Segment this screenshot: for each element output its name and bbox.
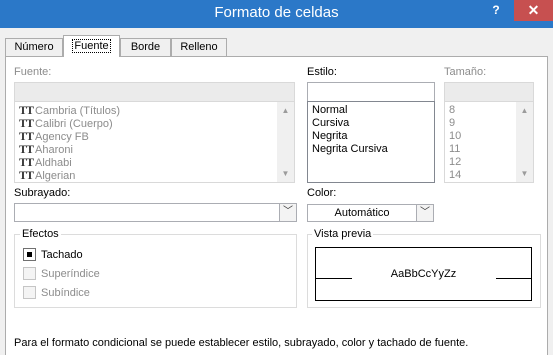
- size-list[interactable]: 8 9 10 11 12 14 ▲ ▼: [444, 101, 534, 183]
- scroll-up-icon[interactable]: ▲: [277, 102, 294, 119]
- style-input[interactable]: [307, 82, 435, 102]
- tab-borde[interactable]: Borde: [120, 38, 171, 56]
- style-label: Estilo:: [307, 66, 337, 78]
- truetype-icon: TT: [19, 168, 34, 182]
- font-input[interactable]: [14, 82, 295, 102]
- scroll-down-icon[interactable]: ▼: [516, 165, 533, 182]
- font-list[interactable]: TT Cambria (Títulos) TT Calibri (Cuerpo) T…: [14, 101, 295, 183]
- list-item[interactable]: Negrita Cursiva: [312, 143, 388, 156]
- list-item[interactable]: 8: [445, 104, 455, 117]
- color-label: Color:: [307, 187, 337, 199]
- superscript-checkbox[interactable]: [23, 267, 36, 280]
- conditional-format-note: Para el formato condicional se puede est…: [14, 337, 469, 349]
- underline-combo[interactable]: ﹀: [14, 203, 297, 222]
- subscript-checkbox[interactable]: [23, 286, 36, 299]
- list-item[interactable]: 14: [445, 169, 461, 182]
- tab-numero-label: Número: [14, 41, 54, 53]
- list-item[interactable]: 10: [445, 130, 461, 143]
- preview-sample: AaBbCcYyZz: [390, 268, 457, 280]
- strikethrough-label[interactable]: Tachado: [41, 249, 83, 261]
- list-item[interactable]: Cursiva: [312, 117, 349, 130]
- font-label: Fuente:: [14, 66, 52, 78]
- size-input[interactable]: [444, 82, 534, 102]
- font-list-scrollbar[interactable]: ▲ ▼: [277, 102, 294, 182]
- tab-relleno-label: Relleno: [180, 41, 218, 53]
- truetype-icon: TT: [19, 155, 34, 169]
- truetype-icon: TT: [19, 103, 34, 117]
- truetype-icon: TT: [19, 142, 34, 156]
- effects-title: Efectos: [20, 228, 61, 240]
- tab-fuente-label: Fuente: [72, 39, 111, 53]
- preview-title: Vista previa: [312, 228, 374, 240]
- list-item[interactable]: 9: [445, 117, 455, 130]
- list-item[interactable]: 12: [445, 156, 461, 169]
- window-title: Formato de celdas: [214, 4, 339, 21]
- superscript-label[interactable]: Superíndice: [41, 268, 100, 280]
- subscript-label[interactable]: Subíndice: [41, 287, 90, 299]
- tab-borde-label: Borde: [130, 41, 161, 53]
- tab-fuente[interactable]: Fuente: [63, 35, 120, 57]
- truetype-icon: TT: [19, 129, 34, 143]
- list-item[interactable]: 11: [445, 143, 460, 156]
- color-combo[interactable]: Automático ﹀: [307, 204, 434, 222]
- scroll-up-icon[interactable]: ▲: [516, 102, 533, 119]
- list-item[interactable]: TT Algerian: [15, 168, 75, 183]
- tab-numero[interactable]: Número: [5, 38, 63, 56]
- underline-label: Subrayado:: [14, 187, 71, 199]
- size-label: Tamaño:: [444, 66, 487, 78]
- size-list-scrollbar[interactable]: ▲ ▼: [516, 102, 533, 182]
- truetype-icon: TT: [19, 116, 34, 130]
- list-item[interactable]: Normal: [312, 104, 347, 117]
- close-button[interactable]: ✕: [514, 0, 553, 21]
- chevron-down-icon[interactable]: ﹀: [279, 204, 296, 221]
- style-list[interactable]: Normal Cursiva Negrita Negrita Cursiva: [307, 101, 435, 183]
- strikethrough-checkbox[interactable]: [23, 248, 36, 261]
- scroll-down-icon[interactable]: ▼: [277, 165, 294, 182]
- chevron-down-icon[interactable]: ﹀: [416, 205, 433, 221]
- help-button[interactable]: ?: [488, 0, 504, 22]
- color-value: Automático: [334, 207, 390, 219]
- tab-relleno[interactable]: Relleno: [171, 38, 227, 56]
- list-item[interactable]: Negrita: [312, 130, 347, 143]
